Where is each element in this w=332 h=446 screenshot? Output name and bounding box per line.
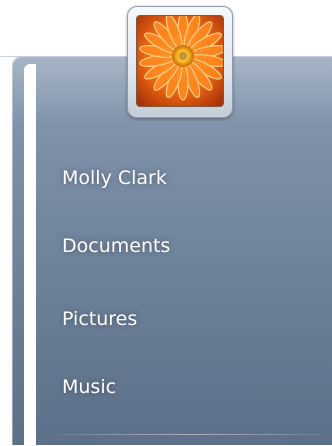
menu-item-documents[interactable]: Documents bbox=[62, 231, 302, 261]
menu-item-music[interactable]: Music bbox=[62, 372, 302, 402]
menu-separator bbox=[60, 434, 322, 435]
menu-item-user-name[interactable]: Molly Clark bbox=[62, 163, 302, 193]
pane-divider bbox=[24, 64, 36, 445]
flower-icon bbox=[136, 15, 224, 107]
menu-item-pictures[interactable]: Pictures bbox=[62, 304, 302, 334]
user-picture[interactable] bbox=[127, 6, 233, 118]
